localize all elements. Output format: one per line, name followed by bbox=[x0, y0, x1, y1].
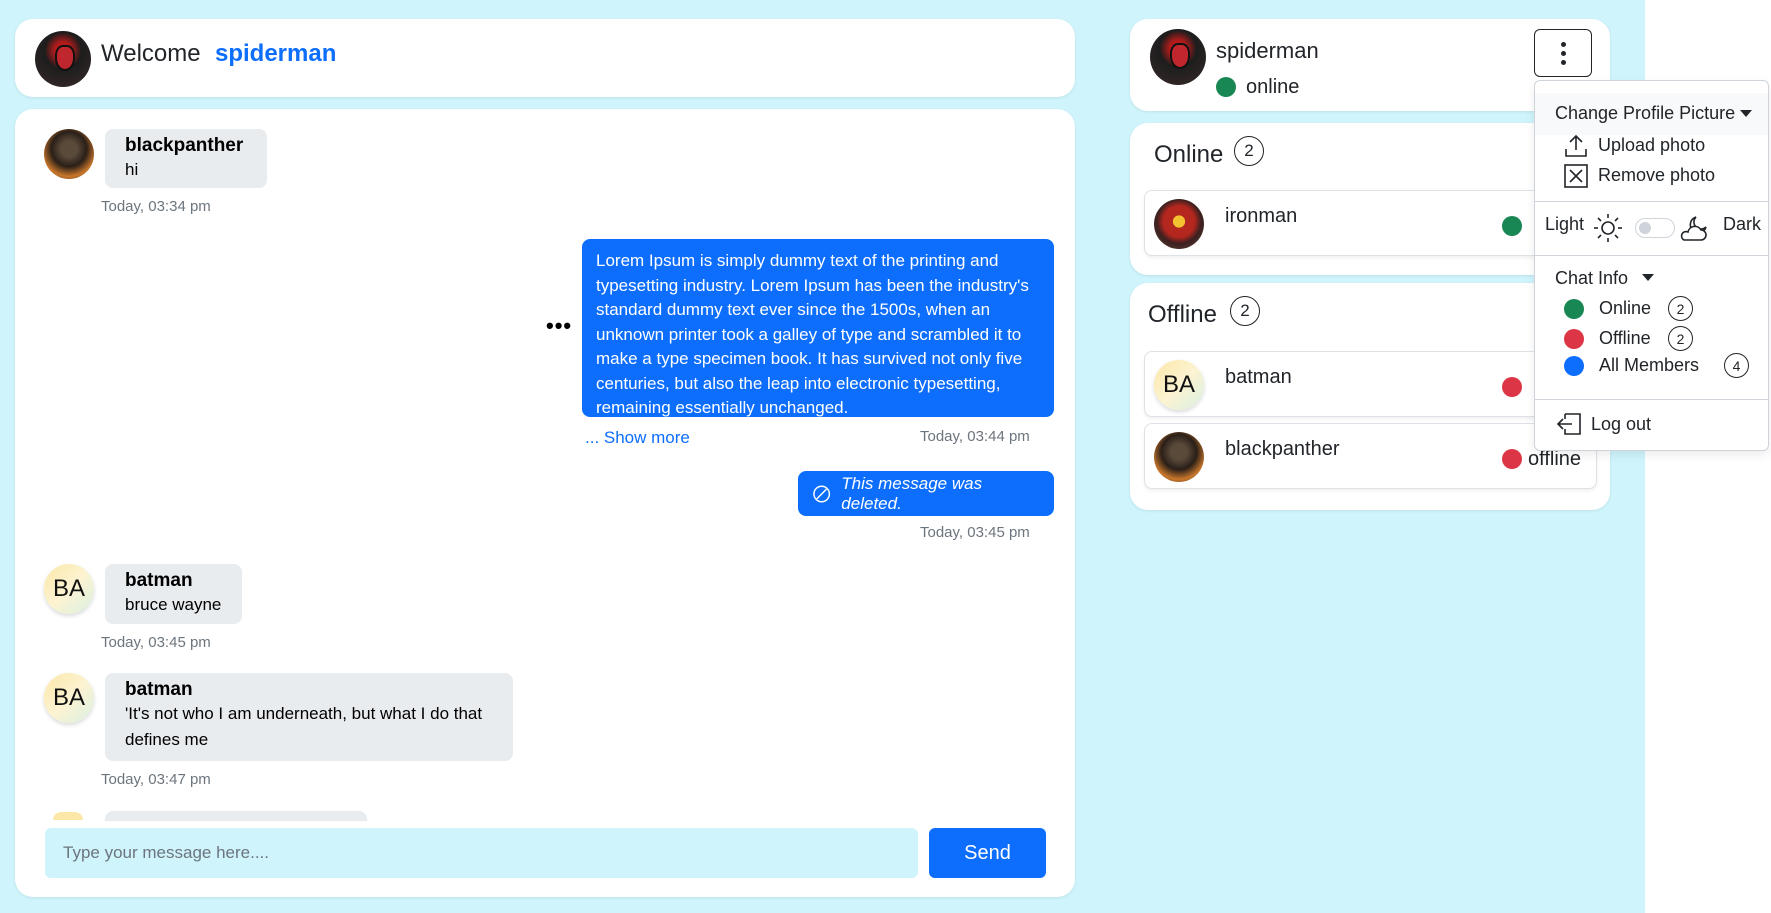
theme-toggle[interactable] bbox=[1635, 218, 1675, 238]
message-bubble: batman 'It's not who I am underneath, bu… bbox=[105, 673, 513, 761]
online-dot-icon bbox=[1564, 299, 1584, 319]
message-avatar-partial bbox=[53, 812, 83, 820]
profile-avatar bbox=[1150, 29, 1206, 85]
chat-info-all-members-count: 4 bbox=[1724, 353, 1749, 378]
remove-photo-label: Remove photo bbox=[1598, 165, 1716, 185]
online-status-dot bbox=[1502, 216, 1522, 236]
message-time: Today, 03:44 pm bbox=[920, 428, 1030, 445]
user-avatar: BA bbox=[1154, 360, 1204, 410]
chat-panel: blackpanther hi Today, 03:34 pm ••• Lore… bbox=[15, 109, 1075, 897]
message-text: hi bbox=[125, 160, 139, 179]
user-avatar bbox=[35, 31, 91, 87]
user-name: ironman bbox=[1225, 205, 1298, 227]
offline-dot-icon bbox=[1564, 329, 1584, 349]
offline-status-dot bbox=[1502, 449, 1522, 469]
welcome-header: Welcome spiderman bbox=[15, 19, 1075, 97]
user-name: blackpanther bbox=[1225, 438, 1340, 460]
chat-info-online-label: Online bbox=[1599, 298, 1652, 318]
offline-status-dot bbox=[1502, 377, 1522, 397]
options-dropdown-menu: Change Profile Picture Upload photo Remo… bbox=[1534, 80, 1769, 451]
message-text: bruce wayne bbox=[125, 595, 222, 614]
change-profile-picture-toggle[interactable]: Change Profile Picture bbox=[1535, 93, 1768, 135]
caret-down-icon bbox=[1740, 110, 1752, 117]
profile-status: online bbox=[1246, 76, 1300, 98]
profile-name: spiderman bbox=[1216, 38, 1319, 63]
logout-icon bbox=[1556, 413, 1581, 435]
message-sender: batman bbox=[125, 679, 193, 700]
chat-info-label: Chat Info bbox=[1555, 268, 1629, 288]
user-avatar bbox=[1154, 199, 1204, 249]
welcome-username: spiderman bbox=[215, 40, 337, 67]
user-avatar bbox=[1154, 432, 1204, 482]
chat-info-offline-label: Offline bbox=[1599, 328, 1651, 348]
caret-down-icon bbox=[1642, 274, 1654, 281]
more-options-button[interactable] bbox=[1534, 29, 1592, 77]
kebab-dot bbox=[1560, 59, 1566, 65]
send-button[interactable]: Send bbox=[929, 828, 1046, 878]
welcome-label: Welcome bbox=[101, 40, 201, 67]
upload-photo-label: Upload photo bbox=[1598, 135, 1706, 155]
message-bubble: batman bruce wayne bbox=[105, 564, 242, 624]
offline-count-badge: 2 bbox=[1230, 296, 1260, 326]
online-count-badge: 2 bbox=[1234, 136, 1264, 166]
user-status: offline bbox=[1528, 448, 1582, 470]
cloud-moon-icon bbox=[1680, 216, 1707, 241]
message-time: Today, 03:45 pm bbox=[101, 634, 211, 651]
user-name: batman bbox=[1225, 366, 1292, 388]
light-mode-label: Light bbox=[1545, 214, 1585, 234]
blocked-icon bbox=[813, 485, 831, 502]
change-profile-picture-label: Change Profile Picture bbox=[1555, 103, 1736, 123]
message-avatar bbox=[44, 129, 94, 179]
upload-photo-item[interactable]: Upload photo bbox=[1563, 133, 1753, 161]
logout-item[interactable]: Log out bbox=[1555, 411, 1705, 439]
sun-icon bbox=[1594, 214, 1622, 242]
chat-info-online-count: 2 bbox=[1668, 296, 1693, 321]
message-sender: batman bbox=[125, 570, 193, 591]
chat-info-offline-count: 2 bbox=[1668, 326, 1693, 351]
chat-info-toggle[interactable]: Chat Info bbox=[1555, 264, 1665, 292]
message-time: Today, 03:47 pm bbox=[101, 771, 211, 788]
deleted-message-bubble: This message was deleted. bbox=[798, 471, 1054, 516]
message-time: Today, 03:34 pm bbox=[101, 198, 211, 215]
message-bubble: blackpanther hi bbox=[105, 129, 267, 188]
user-row-batman[interactable]: BA batman bbox=[1144, 351, 1597, 417]
dark-mode-label: Dark bbox=[1723, 214, 1762, 234]
message-bubble-partial bbox=[105, 811, 367, 821]
kebab-dot bbox=[1560, 50, 1566, 56]
message-avatar: BA bbox=[44, 673, 94, 723]
message-time: Today, 03:45 pm bbox=[920, 524, 1030, 541]
message-input[interactable] bbox=[45, 828, 918, 878]
menu-divider bbox=[1535, 399, 1768, 400]
menu-divider bbox=[1535, 255, 1768, 256]
deleted-message-text: This message was deleted. bbox=[841, 473, 983, 513]
message-text: 'It's not who I am underneath, but what … bbox=[125, 704, 483, 749]
close-square-icon bbox=[1564, 164, 1588, 188]
message-bubble-outgoing: Lorem Ipsum is simply dummy text of the … bbox=[582, 239, 1054, 417]
logout-label: Log out bbox=[1591, 414, 1652, 434]
remove-photo-item[interactable]: Remove photo bbox=[1563, 163, 1753, 191]
online-section-title: Online bbox=[1154, 141, 1224, 168]
chat-info-all-members-label: All Members bbox=[1599, 355, 1700, 375]
user-row-blackpanther[interactable]: blackpanther offline bbox=[1144, 423, 1597, 489]
user-row-ironman[interactable]: ironman bbox=[1144, 190, 1597, 256]
kebab-dot bbox=[1560, 41, 1566, 47]
message-options-icon[interactable]: ••• bbox=[546, 313, 572, 339]
show-more-link[interactable]: ... Show more bbox=[585, 428, 690, 448]
chat-info-all-members: All Members 4 bbox=[1564, 353, 1764, 379]
message-avatar: BA bbox=[44, 564, 94, 614]
offline-section-title: Offline bbox=[1148, 301, 1217, 328]
menu-divider bbox=[1535, 201, 1768, 202]
upload-icon bbox=[1565, 134, 1587, 157]
chat-info-online: Online 2 bbox=[1564, 296, 1754, 322]
message-sender: blackpanther bbox=[125, 135, 244, 156]
chat-info-offline: Offline 2 bbox=[1564, 326, 1754, 352]
all-members-dot-icon bbox=[1564, 356, 1584, 376]
online-status-dot bbox=[1216, 77, 1236, 97]
